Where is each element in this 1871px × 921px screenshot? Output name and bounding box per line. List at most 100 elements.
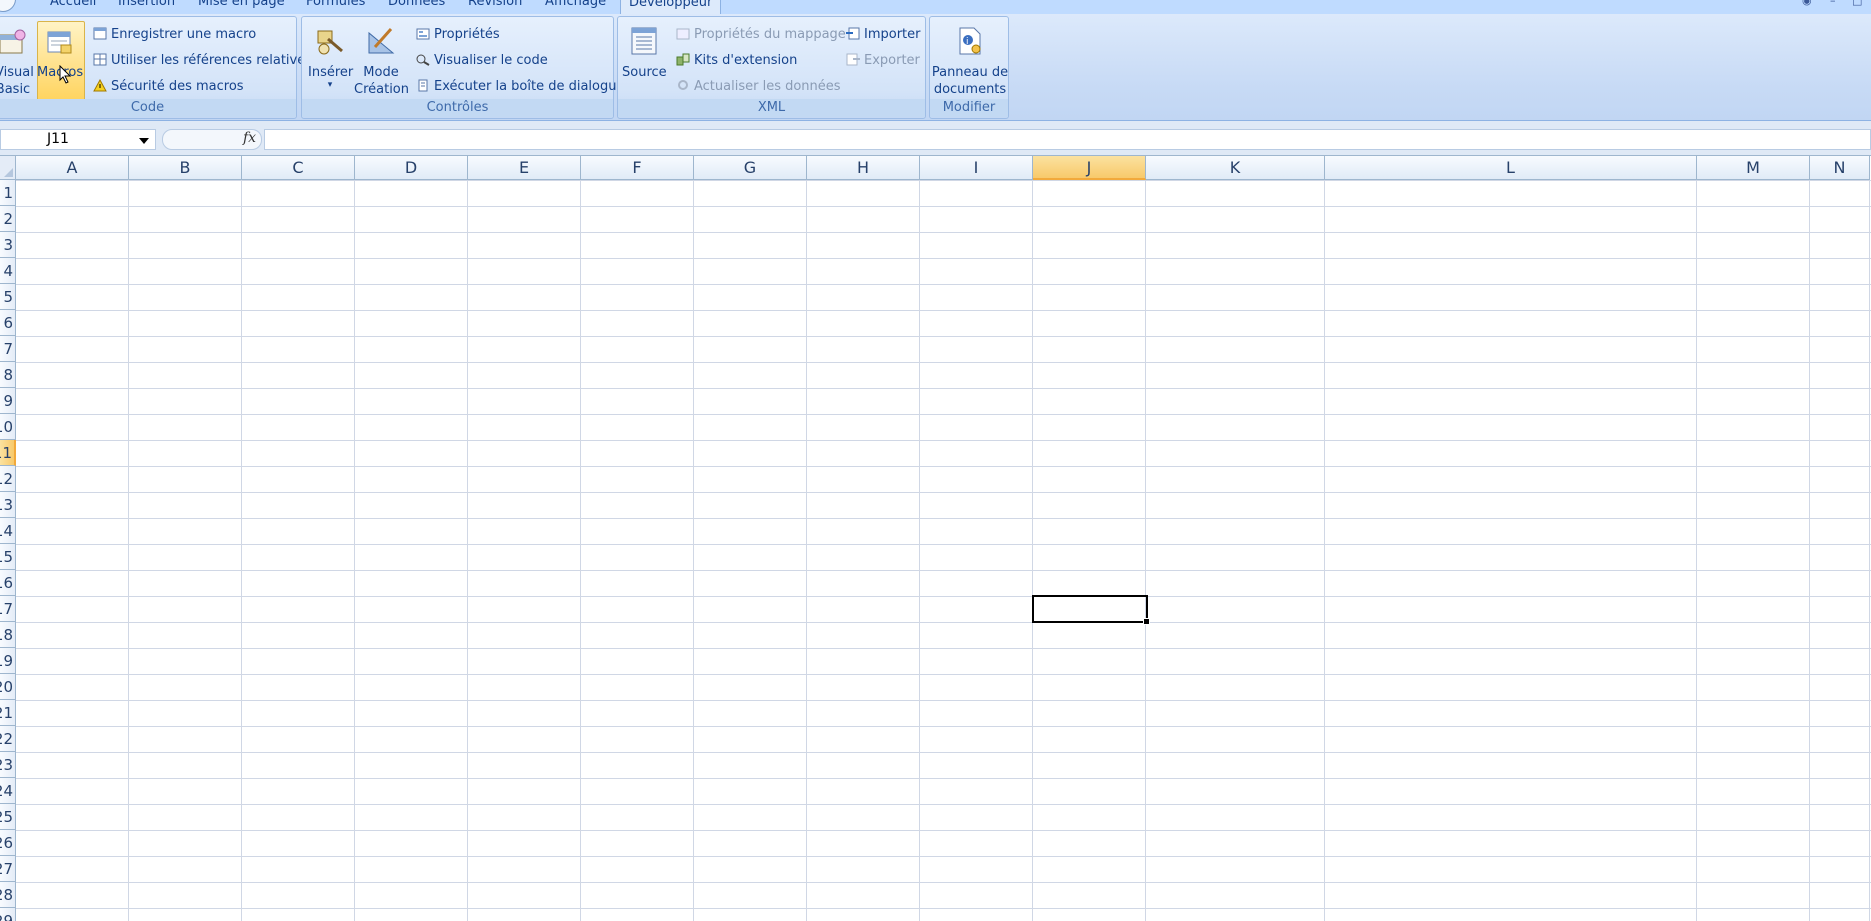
row-header-1[interactable]: 1 [0,180,16,206]
name-box[interactable]: J11 [0,129,156,150]
row-header-11[interactable]: 11 [0,440,16,466]
gridline [806,180,807,921]
row-header-13[interactable]: 13 [0,492,16,518]
row-header-16[interactable]: 16 [0,570,16,596]
run-dialog-button[interactable]: Exécuter la boîte de dialogue [416,79,625,94]
help-icon[interactable]: ◉ [1802,0,1812,7]
row-header-10[interactable]: 10 [0,414,16,440]
minimize-icon[interactable]: – [1830,0,1836,7]
view-code-button[interactable]: Visualiser le code [416,53,548,68]
document-panel-button[interactable]: i Panneau de documents [930,25,1010,98]
row-header-23[interactable]: 23 [0,752,16,778]
gridline [1032,180,1033,921]
refresh-data-icon [676,79,690,92]
row-header-25[interactable]: 25 [0,804,16,830]
column-header-c[interactable]: C [242,156,355,180]
column-header-f[interactable]: F [581,156,694,180]
design-mode-button[interactable]: Mode Création [354,25,410,98]
formula-input[interactable] [264,129,1871,150]
group-xml-label: XML [618,99,925,117]
record-macro-button[interactable]: Enregistrer une macro [93,27,256,42]
map-properties-button[interactable]: Propriétés du mappage [676,27,846,42]
select-all-button[interactable] [0,156,16,180]
column-header-l[interactable]: L [1325,156,1697,180]
row-header-3[interactable]: 3 [0,232,16,258]
tab-developpeur[interactable]: Développeur [620,0,722,14]
import-icon [846,27,860,40]
name-box-dropdown-icon[interactable] [139,138,149,144]
group-controls: Insérer ▾ Mode Création Propriétés Visua… [301,16,625,119]
tab-formules[interactable]: Formules [306,0,365,9]
insert-control-button[interactable]: Insérer ▾ [308,25,354,90]
row-header-17[interactable]: 17 [0,596,16,622]
tab-revision[interactable]: Révision [468,0,522,9]
source-icon [622,25,666,62]
properties-button[interactable]: Propriétés [416,27,500,42]
restore-icon[interactable]: □ [1852,0,1862,7]
import-button[interactable]: Importer [846,27,921,42]
column-header-a[interactable]: A [16,156,129,180]
expansion-packs-button[interactable]: Kits d'extension [676,53,797,68]
refresh-data-label: Actualiser les données [694,79,841,94]
visual-basic-button[interactable]: Visual Basic [0,27,34,98]
column-header-g[interactable]: G [694,156,807,180]
relative-refs-button[interactable]: Utiliser les références relatives [93,53,312,68]
column-header-n[interactable]: N [1810,156,1870,180]
tab-affichage[interactable]: Affichage [545,0,606,9]
row-header-14[interactable]: 14 [0,518,16,544]
warning-icon [93,78,107,92]
tab-donnees[interactable]: Données [388,0,445,9]
row-header-24[interactable]: 24 [0,778,16,804]
row-header-6[interactable]: 6 [0,310,16,336]
worksheet-grid[interactable]: ABCDEFGHIJKLMN 1234567891011121314151617… [0,156,1871,921]
column-header-h[interactable]: H [807,156,920,180]
gridline [467,180,468,921]
record-macro-label: Enregistrer une macro [111,27,257,42]
tab-accueil[interactable]: Accueil [50,0,96,9]
column-header-b[interactable]: B [129,156,242,180]
cell-area[interactable] [16,180,1871,921]
row-header-26[interactable]: 26 [0,830,16,856]
row-header-12[interactable]: 12 [0,466,16,492]
tab-insertion[interactable]: Insertion [118,0,175,9]
column-header-m[interactable]: M [1697,156,1810,180]
refresh-data-button[interactable]: Actualiser les données [676,79,841,94]
office-button[interactable] [0,0,16,12]
row-header-20[interactable]: 20 [0,674,16,700]
column-header-i[interactable]: I [920,156,1033,180]
insert-function-button[interactable]: fx [243,130,256,146]
column-header-e[interactable]: E [468,156,581,180]
ribbon-tabs: Accueil Insertion Mise en page Formules … [0,0,1871,14]
row-header-19[interactable]: 19 [0,648,16,674]
row-header-28[interactable]: 28 [0,882,16,908]
source-button[interactable]: Source [622,25,667,81]
macro-security-button[interactable]: Sécurité des macros [93,78,244,94]
row-header-4[interactable]: 4 [0,258,16,284]
gridline [580,180,581,921]
row-header-5[interactable]: 5 [0,284,16,310]
insert-dropdown-icon: ▾ [327,80,333,90]
row-header-27[interactable]: 27 [0,856,16,882]
row-header-21[interactable]: 21 [0,700,16,726]
column-header-k[interactable]: K [1146,156,1325,180]
source-label: Source [622,65,667,80]
row-header-29[interactable]: 29 [0,908,16,921]
group-modify: i Panneau de documents Modifier [929,16,1009,119]
relative-refs-label: Utiliser les références relatives [111,53,312,68]
gridline [1324,180,1325,921]
row-header-9[interactable]: 9 [0,388,16,414]
row-header-18[interactable]: 18 [0,622,16,648]
active-cell-j11[interactable] [1032,595,1150,625]
row-header-22[interactable]: 22 [0,726,16,752]
group-code: Visual Basic Macros Enregistrer une macr… [0,16,312,119]
column-header-d[interactable]: D [355,156,468,180]
row-header-15[interactable]: 15 [0,544,16,570]
insert-label: Insérer [308,65,354,80]
export-button[interactable]: Exporter [846,53,920,68]
column-header-j[interactable]: J [1033,156,1146,180]
row-header-2[interactable]: 2 [0,206,16,232]
row-header-8[interactable]: 8 [0,362,16,388]
tab-mise-en-page[interactable]: Mise en page [198,0,285,9]
row-header-7[interactable]: 7 [0,336,16,362]
design-mode-label-2: Création [354,82,410,97]
